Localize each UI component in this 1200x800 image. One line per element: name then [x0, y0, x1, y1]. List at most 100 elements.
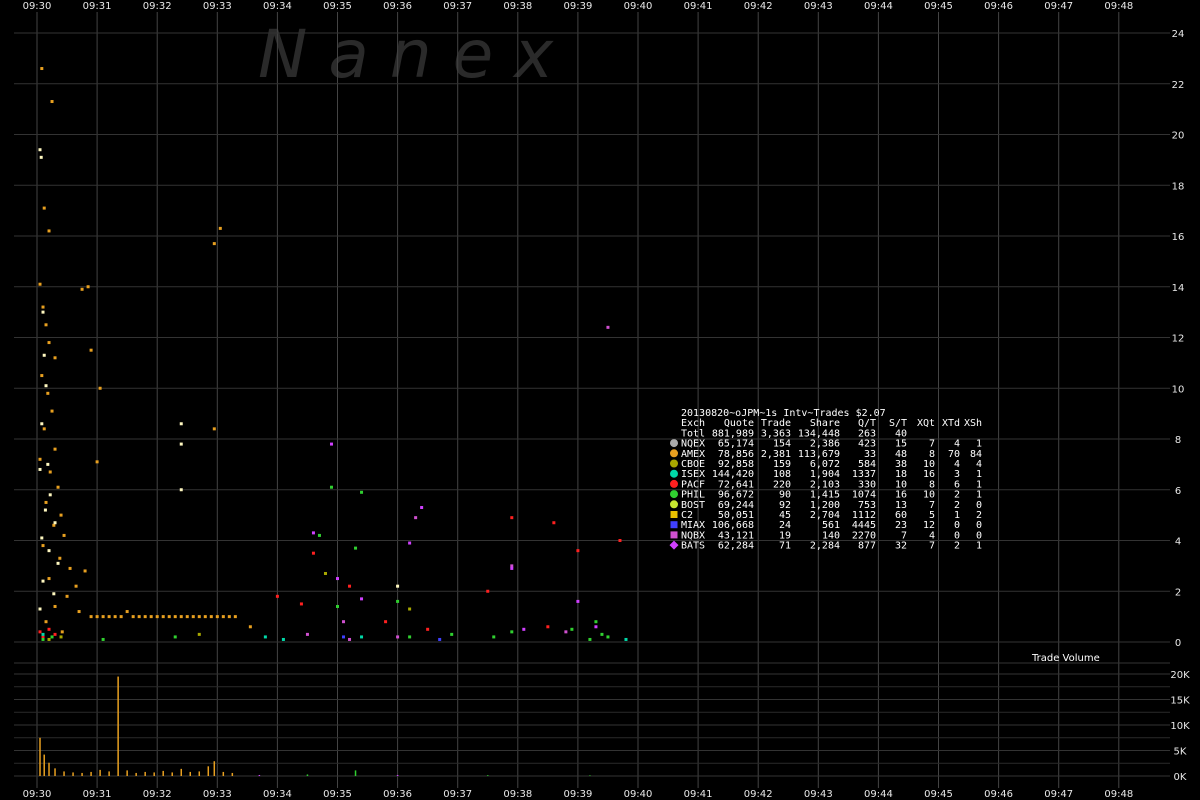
trade-point-bost: [56, 561, 60, 565]
trade-point-amex: [89, 348, 93, 352]
trade-point-bost: [43, 508, 47, 512]
trade-point-isex: [624, 637, 628, 641]
x-tick-label-bottom: 09:30: [23, 789, 52, 800]
trade-point-bats: [329, 442, 333, 446]
trade-point-amex: [173, 615, 177, 619]
trade-point-amex: [53, 604, 57, 608]
trade-point-amex: [41, 544, 45, 548]
trade-point-bats: [510, 566, 514, 570]
trade-point-amex: [209, 615, 213, 619]
stats-cell: 1: [976, 541, 982, 552]
trade-point-nqbx: [414, 516, 418, 520]
trade-point-amex: [83, 569, 87, 573]
trade-point-cboe: [323, 571, 327, 575]
x-tick-label-bottom: 09:39: [563, 789, 592, 800]
trade-point-pacf: [576, 549, 580, 553]
trade-point-bost: [39, 155, 43, 159]
trade-point-bost: [44, 384, 48, 388]
x-tick-label-bottom: 09:41: [684, 789, 713, 800]
trade-point-amex: [98, 386, 102, 390]
trade-point-phil: [450, 632, 454, 636]
trade-point-nqbx: [348, 637, 352, 641]
trade-point-pacf: [38, 630, 42, 634]
trade-point-phil: [510, 630, 514, 634]
trade-point-pacf: [311, 551, 315, 555]
x-tick-label-top: 09:30: [23, 1, 52, 12]
trade-point-bost: [38, 607, 42, 611]
trade-point-amex: [227, 615, 231, 619]
trade-point-amex: [203, 615, 207, 619]
x-tick-label-bottom: 09:38: [503, 789, 532, 800]
trade-point-bost: [40, 536, 44, 540]
x-tick-label-top: 09:36: [383, 1, 412, 12]
volume-tick-label: 5K: [1174, 747, 1187, 758]
trade-point-phil: [329, 485, 333, 489]
x-tick-label-bottom: 09:32: [143, 789, 172, 800]
y-tick-label: 4: [1175, 537, 1181, 548]
trade-point-phil: [396, 599, 400, 603]
trade-point-amex: [47, 229, 51, 233]
x-tick-label-bottom: 09:40: [624, 789, 653, 800]
x-tick-label-bottom: 09:48: [1104, 789, 1133, 800]
legend-marker-miax: [670, 521, 678, 529]
stats-header: XSh: [964, 418, 982, 429]
trade-point-amex: [248, 625, 252, 629]
trade-point-phil: [606, 635, 610, 639]
trade-point-bost: [179, 488, 183, 492]
trade-point-amex: [155, 615, 159, 619]
trade-point-phil: [354, 546, 358, 550]
legend-marker-pacf: [670, 479, 678, 488]
trade-point-bost: [42, 353, 46, 357]
trade-point-amex: [50, 409, 54, 413]
trade-point-bats: [420, 506, 424, 510]
y-tick-label: 6: [1175, 486, 1181, 497]
trade-point-amex: [191, 615, 195, 619]
trade-point-bost: [48, 493, 52, 497]
trade-point-bost: [179, 442, 183, 446]
trade-point-phil: [570, 627, 574, 631]
trade-point-bost: [179, 422, 183, 426]
x-tick-label-top: 09:43: [804, 1, 833, 12]
trade-point-amex: [60, 630, 64, 634]
trade-point-miax: [342, 635, 346, 639]
volume-tick-label: 15K: [1170, 696, 1190, 707]
trade-point-cboe: [197, 632, 201, 636]
x-tick-label-top: 09:40: [624, 1, 653, 12]
volume-tick-label: 20K: [1170, 670, 1190, 681]
y-tick-label: 2: [1175, 587, 1181, 598]
trade-point-amex: [44, 500, 48, 504]
trade-point-phil: [600, 632, 604, 636]
trade-point-amex: [47, 341, 51, 345]
y-tick-label: 24: [1172, 29, 1185, 40]
trade-point-amex: [62, 533, 66, 537]
stats-table: 20130820~oJPM~1s Intv~Trades $2.07Exch Qu…: [669, 408, 982, 552]
trade-point-cboe: [408, 607, 412, 611]
legend-marker-nqex: [670, 439, 678, 448]
y-tick-label: 20: [1172, 131, 1185, 142]
stats-cell: 877: [858, 541, 876, 552]
x-tick-label-top: 09:32: [143, 1, 172, 12]
trade-point-amex: [44, 620, 48, 624]
x-tick-label-top: 09:46: [984, 1, 1013, 12]
trade-point-phil: [317, 533, 321, 537]
trade-point-amex: [212, 242, 216, 246]
trade-point-nqbx: [564, 630, 568, 634]
legend-marker-nqbx: [670, 531, 678, 539]
trade-point-amex: [215, 615, 219, 619]
trade-point-amex: [119, 615, 123, 619]
trade-point-amex: [46, 391, 50, 395]
trade-point-pacf: [275, 594, 279, 598]
trade-point-bost: [41, 579, 45, 583]
legend-marker-c2: [670, 511, 678, 518]
trade-point-amex: [89, 615, 93, 619]
grid: [14, 12, 1170, 788]
trade-point-amex: [42, 427, 46, 431]
trade-point-amex: [53, 447, 57, 451]
trade-point-pacf: [510, 516, 514, 520]
trade-point-amex: [41, 305, 45, 309]
axis-labels: 09:30 09:30 09:31 09:31 09:32 09:32 09:33 09:33…: [23, 1, 1190, 800]
x-tick-label-top: 09:34: [263, 1, 292, 12]
trade-point-phil: [173, 635, 177, 639]
trade-point-amex: [50, 100, 54, 104]
price-points: [38, 67, 628, 641]
